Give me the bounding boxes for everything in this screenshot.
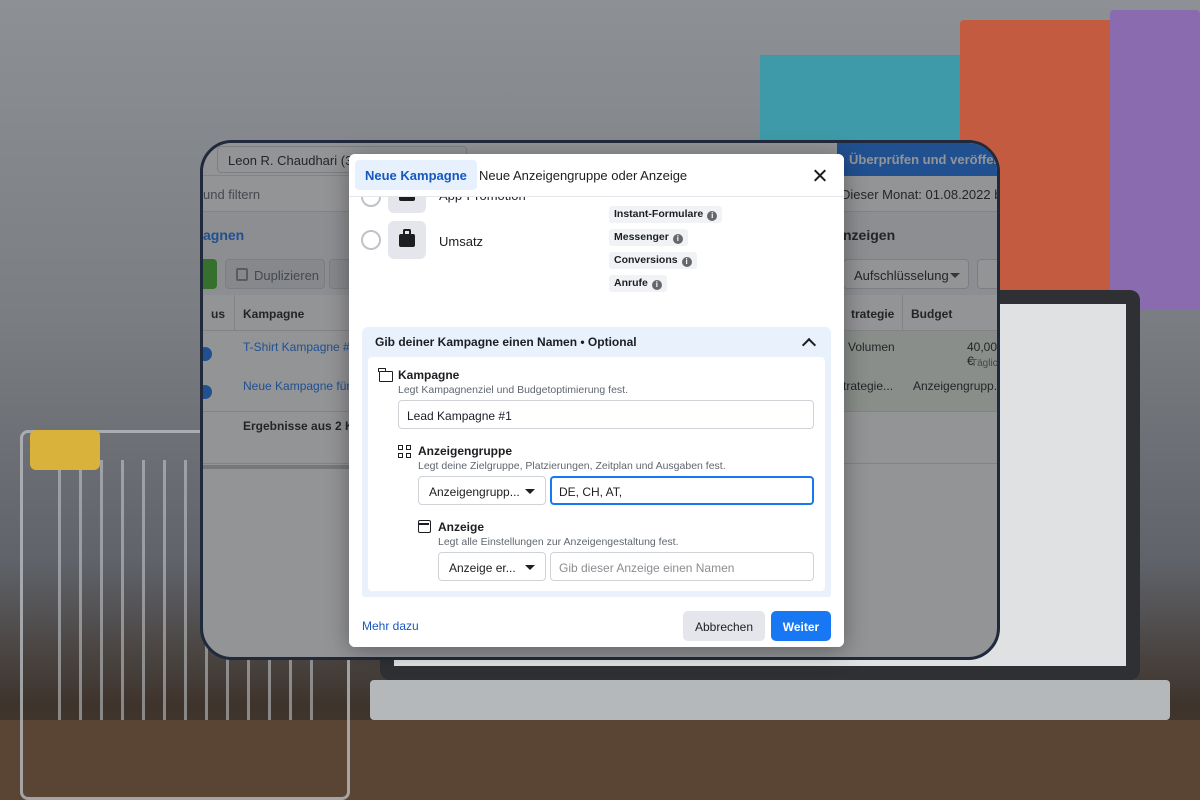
grid-cell	[398, 453, 403, 458]
chevron-up-icon[interactable]	[801, 337, 817, 353]
grid-icon	[398, 445, 412, 459]
objective-chip: Conversions i	[609, 252, 697, 269]
chip-label: Conversions	[614, 254, 678, 266]
naming-section: Gib deiner Kampagne einen Namen • Option…	[362, 327, 831, 599]
ad-name-template-select[interactable]: Anzeige er...	[438, 552, 546, 581]
dialog-footer: Mehr dazu Abbrechen Weiter	[349, 597, 844, 647]
chip-label: Anrufe	[614, 277, 648, 289]
grid-cell	[406, 445, 411, 450]
objective-chip: Messenger i	[609, 229, 688, 246]
background-laptop-base	[370, 680, 1170, 720]
info-icon[interactable]: i	[707, 211, 718, 221]
ad-name-field[interactable]: Gib dieser Anzeige einen Namen	[550, 552, 814, 581]
adset-name-template-select[interactable]: Anzeigengrupp...	[418, 476, 546, 505]
objective-radio-sales[interactable]	[361, 230, 381, 250]
tab-new-campaign[interactable]: Neue Kampagne	[355, 160, 477, 190]
learn-more-link[interactable]: Mehr dazu	[362, 619, 419, 633]
dialog-header: Neue Kampagne Neue Anzeigengruppe oder A…	[349, 154, 844, 197]
grid-cell	[406, 453, 411, 458]
objective-chip: Instant-Formulare i	[609, 206, 723, 223]
info-icon[interactable]: i	[681, 257, 692, 267]
dialog-body: App-Promotion Umsatz Instant-Formularei …	[349, 175, 844, 599]
cancel-button[interactable]: Abbrechen	[683, 611, 765, 641]
background-book	[760, 55, 960, 145]
continue-button[interactable]: Weiter	[771, 611, 831, 641]
close-icon[interactable]	[807, 163, 833, 189]
background-cart-handle	[30, 430, 100, 470]
objective-chip: Anrufe i	[609, 275, 667, 292]
objective-glyph	[399, 229, 415, 247]
objective-label-sales: Umsatz	[439, 234, 484, 249]
naming-section-content: Kampagne Legt Kampagnenziel und Budgetop…	[368, 357, 825, 591]
info-icon[interactable]: i	[672, 234, 683, 244]
chip-label: Messenger	[614, 231, 669, 243]
create-campaign-dialog: Neue Kampagne Neue Anzeigengruppe oder A…	[349, 154, 844, 647]
background-book	[1110, 10, 1200, 310]
adset-level-title: Anzeigengruppe	[418, 444, 513, 458]
naming-section-title: Gib deiner Kampagne einen Namen • Option…	[375, 335, 637, 349]
tab-new-adset-or-ad[interactable]: Neue Anzeigengruppe oder Anzeige	[479, 168, 687, 183]
ad-level-title: Anzeige	[438, 520, 485, 534]
folder-icon	[378, 368, 393, 382]
adset-name-field[interactable]: DE, CH, AT,	[550, 476, 814, 505]
shopping-bag-icon	[388, 221, 426, 259]
campaign-name-field[interactable]: Lead Kampagne #1	[398, 400, 814, 429]
campaign-level-title: Kampagne	[398, 368, 460, 382]
chip-label: Instant-Formulare	[614, 208, 704, 220]
adset-level-subtitle: Legt deine Zielgruppe, Platzierungen, Ze…	[418, 460, 726, 472]
ad-icon	[418, 520, 431, 533]
campaign-level-subtitle: Legt Kampagnenziel und Budgetoptimierung…	[398, 384, 628, 396]
grid-cell	[398, 445, 403, 450]
ad-level-subtitle: Legt alle Einstellungen zur Anzeigengest…	[438, 536, 679, 548]
info-icon[interactable]: i	[651, 280, 662, 290]
